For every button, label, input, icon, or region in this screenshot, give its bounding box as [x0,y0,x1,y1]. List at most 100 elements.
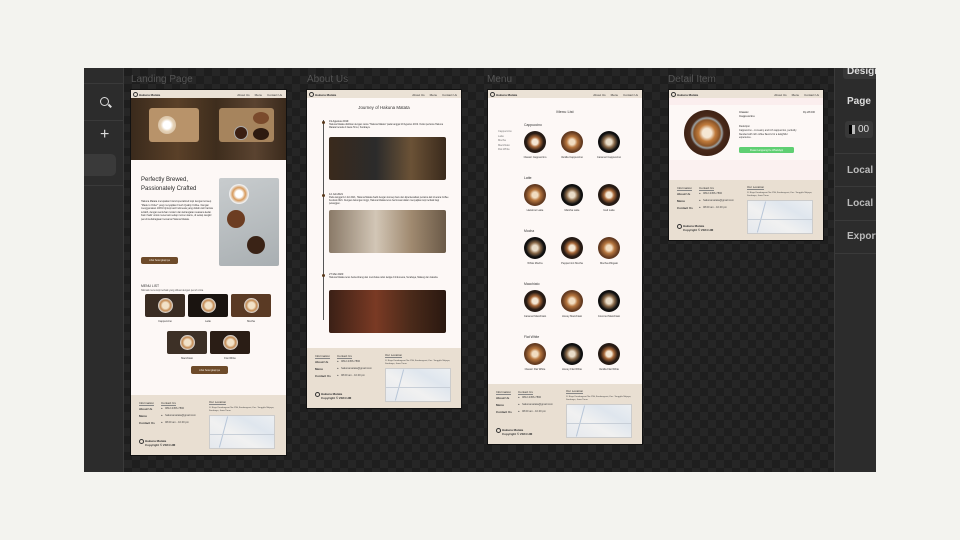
canvas[interactable]: Landing Page About Us Menu Detail Item H… [124,68,834,472]
footer-location-title: Our Location [209,400,227,405]
map-image[interactable] [747,200,813,234]
page-color-field[interactable]: 00 [845,121,874,138]
footer-contact-item: 08.00 am - 10.00 pm [522,410,546,413]
timeline-text: Hakuna Matata terus berkembang dan membu… [329,277,439,279]
nav-contact[interactable]: Contact Us [442,93,457,97]
frame-detail-item[interactable]: Hakuna Matata About Us Menu Contact Us Clas… [669,90,823,240]
cta-button[interactable]: Lihat Selengkapnya [141,257,178,264]
nav-menu[interactable]: Menu [792,93,800,97]
footer-link[interactable]: Menu [677,199,685,203]
frame-landing-page[interactable]: Hakuna Matata About Us Menu Contact Us Perf… [131,90,286,455]
nav-about[interactable]: About Us [412,93,424,97]
map-image[interactable] [566,404,632,438]
footer-link[interactable]: About Us [315,360,328,364]
footer-link[interactable]: Contact Us [139,421,155,425]
frame-label-menu[interactable]: Menu [487,74,512,85]
menu-item-image[interactable] [231,294,271,317]
menu-item-label[interactable]: Honey Macchiato [552,315,592,318]
footer-information-title: Information [315,354,331,359]
menu-item-label: Flat White [224,357,236,360]
menu-sidebar-item[interactable]: Flat White [498,148,512,153]
menu-item-image[interactable] [524,184,546,206]
footer-link[interactable]: Contact Us [496,410,512,414]
menu-item-label[interactable]: Vanilla Cappuccino [552,156,592,159]
menu-item-image[interactable] [561,237,583,259]
footer: Information Contact Us Our Location About U… [669,180,823,240]
footer-link[interactable]: Menu [496,403,504,407]
footer-contact-item: 08.00 am - 10.00 pm [165,421,189,424]
nav-menu[interactable]: Menu [611,93,619,97]
nav-about[interactable]: About Us [237,93,249,97]
nav-menu[interactable]: Menu [430,93,438,97]
map-image[interactable] [209,415,275,449]
menu-item-image[interactable] [210,331,250,354]
frame-menu[interactable]: Hakuna Matata About Us Menu Contact Us Menu… [488,90,642,444]
menu-item-image[interactable] [167,331,207,354]
menu-item-image[interactable] [598,184,620,206]
menu-item-image[interactable] [598,131,620,153]
menu-item-label[interactable]: Mocha Affogato [589,262,629,265]
menu-item-label[interactable]: Peppermint Mocha [552,262,592,265]
menu-item-label[interactable]: Coconut Macchiato [589,315,629,318]
item-name: Classic Cappuccino [739,110,755,119]
menu-item-label[interactable]: Classic Cappuccino [515,156,555,159]
menu-item-label[interactable]: White Mocha [515,262,555,265]
menu-item-image[interactable] [524,131,546,153]
menu-sidebar-item[interactable]: Cappuccino [498,130,512,135]
menu-item-label[interactable]: Caramel Macchiato [515,315,555,318]
footer-location-title: Our Location [566,389,584,394]
contact-icon: ● [699,206,701,209]
description-label: Deskripsi [739,125,750,128]
nav-contact[interactable]: Contact Us [623,93,638,97]
timeline-dot [321,274,325,277]
menu-item-label[interactable]: Vanilla Flat White [589,368,629,371]
menu-item-image[interactable] [145,294,185,317]
selected-layer-item[interactable] [84,154,116,176]
local-variables[interactable]: Local v [847,165,876,176]
divider [84,185,124,186]
menu-item-image[interactable] [188,294,228,317]
menu-item-image[interactable] [561,184,583,206]
footer-link[interactable]: Menu [139,414,147,418]
nav-about[interactable]: About Us [593,93,605,97]
menu-item-label[interactable]: Classic Flat White [515,368,555,371]
frame-about-us[interactable]: Hakuna Matata About Us Menu Contact Us Jour… [307,90,461,408]
menu-item-label[interactable]: Hazelnut Latte [515,209,555,212]
footer-link[interactable]: About Us [496,396,509,400]
menu-item-image[interactable] [561,290,583,312]
menu-cta-button[interactable]: Lihat Selengkapnya [191,366,228,374]
footer: Information Contact Us Our Location About U… [307,348,461,408]
menu-item-image[interactable] [598,343,620,365]
menu-item-label[interactable]: Iced Latte [589,209,629,212]
footer-link[interactable]: About Us [677,192,690,196]
nav-menu[interactable]: Menu [255,93,263,97]
frame-label-about[interactable]: About Us [307,74,348,85]
footer-link[interactable]: About Us [139,407,152,411]
right-properties-panel: Design Page 00 Local v Local s Export [834,68,876,472]
menu-item-image[interactable] [524,237,546,259]
menu-item-image[interactable] [598,237,620,259]
nav-contact[interactable]: Contact Us [804,93,819,97]
frame-label-detail[interactable]: Detail Item [668,74,716,85]
nav-contact[interactable]: Contact Us [267,93,282,97]
menu-item-image[interactable] [524,343,546,365]
menu-item-label[interactable]: Matcha Latte [552,209,592,212]
menu-item-image[interactable] [524,290,546,312]
menu-item-image[interactable] [561,343,583,365]
frame-label-landing[interactable]: Landing Page [131,74,193,85]
export[interactable]: Export [847,231,876,242]
navbar: Hakuna Matata About Us Menu Contact Us [488,90,642,98]
menu-item-label[interactable]: Caramel Cappuccino [589,156,629,159]
whatsapp-order-button[interactable]: Pesan Langsung Ke WhatsApp [739,147,794,153]
footer-link[interactable]: Menu [315,367,323,371]
menu-item-label[interactable]: Honey Flat White [552,368,592,371]
local-styles[interactable]: Local s [847,198,876,209]
tab-design[interactable]: Design [843,68,876,79]
footer-link[interactable]: Contact Us [677,206,693,210]
plus-icon[interactable]: + [100,127,109,143]
menu-item-image[interactable] [598,290,620,312]
map-image[interactable] [385,368,451,402]
menu-item-image[interactable] [561,131,583,153]
footer-link[interactable]: Contact Us [315,374,331,378]
nav-about[interactable]: About Us [774,93,786,97]
